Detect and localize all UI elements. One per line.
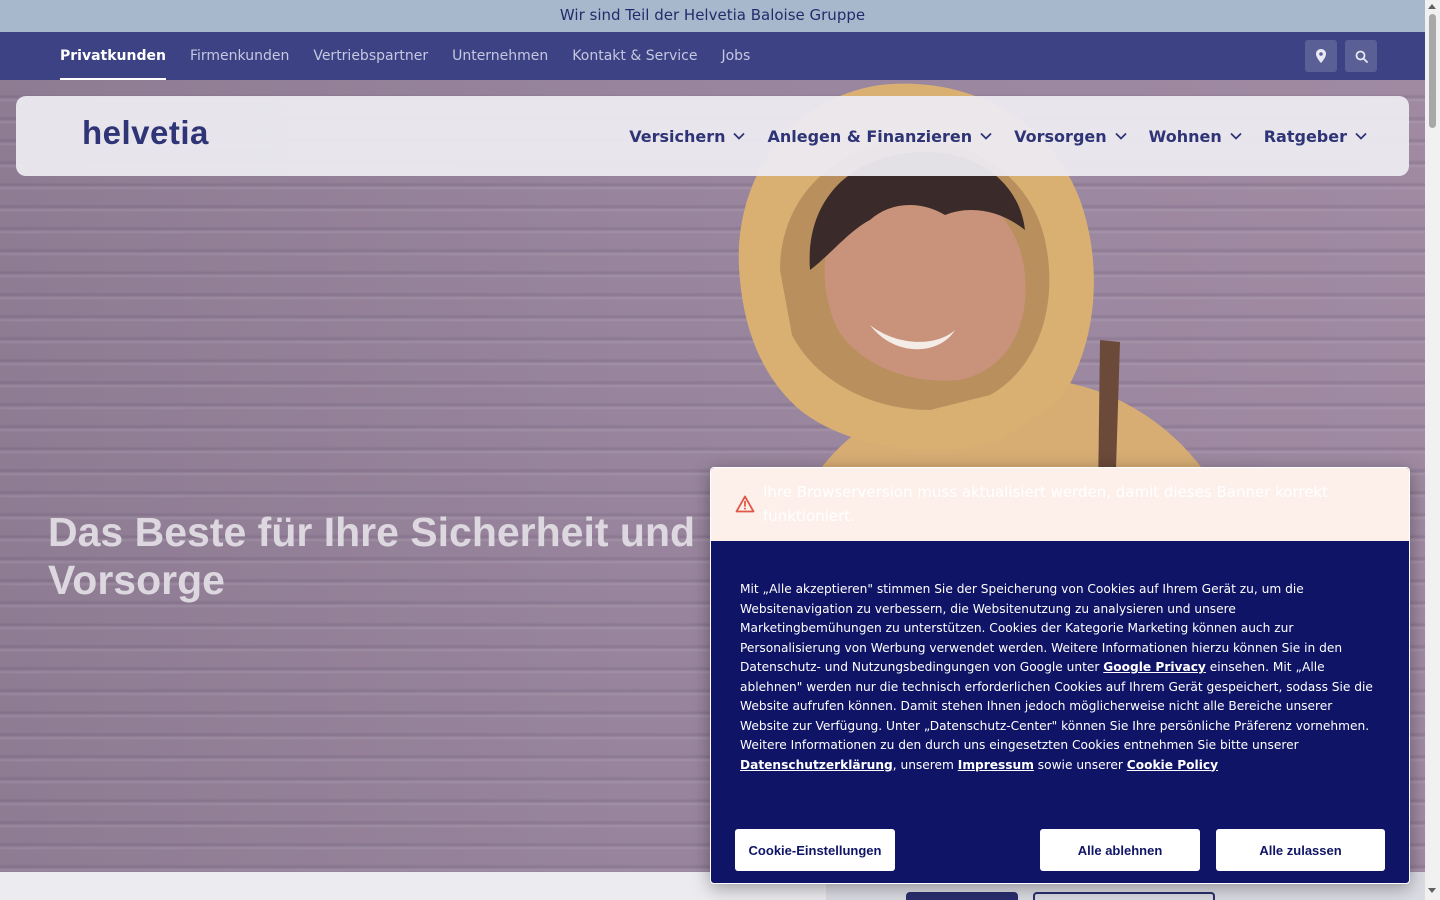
hero-headline-line-2: Vorsorge <box>48 557 225 603</box>
cookie-text: Mit „Alle akzeptieren" stimmen Sie der S… <box>740 580 1380 775</box>
accept-all-button[interactable]: Alle zulassen <box>1216 829 1385 871</box>
cookie-consent-dialog: Ihre Browserversion muss aktualisiert we… <box>710 467 1410 884</box>
google-privacy-link[interactable]: Google Privacy <box>1103 660 1206 674</box>
chevron-down-icon <box>1355 132 1367 140</box>
content-button-secondary[interactable] <box>1033 892 1215 900</box>
search-icon <box>1355 50 1368 63</box>
browser-warning-text: Ihre Browserversion muss aktualisiert we… <box>763 483 1328 525</box>
content-button-primary[interactable] <box>906 892 1018 900</box>
menu-item-label: Wohnen <box>1148 126 1222 146</box>
search-button[interactable] <box>1345 40 1377 72</box>
chevron-down-icon <box>733 132 746 140</box>
scrollbar-thumb[interactable] <box>1429 14 1436 128</box>
menu-item-ratgeber[interactable]: Ratgeber <box>1264 127 1367 146</box>
main-menu: Versichern Anlegen & Finanzieren Vorsorg… <box>629 96 1367 176</box>
scroll-down-arrow-icon[interactable] <box>1428 888 1436 893</box>
top-nav-unternehmen[interactable]: Unternehmen <box>452 32 548 80</box>
menu-item-anlegen-finanzieren[interactable]: Anlegen & Finanzieren <box>767 127 992 146</box>
chevron-down-icon <box>1230 132 1242 140</box>
menu-item-label: Ratgeber <box>1263 126 1347 146</box>
warning-icon <box>735 495 755 513</box>
hero-headline-line-1: Das Beste für Ihre Sicherheit und <box>48 509 696 555</box>
hero-headline: Das Beste für Ihre Sicherheit und Vorsor… <box>48 508 728 604</box>
cookie-settings-button[interactable]: Cookie-Einstellungen <box>735 829 895 871</box>
top-nav-links: Privatkunden Firmenkunden Vertriebspartn… <box>60 32 750 80</box>
announcement-bar: Wir sind Teil der Helvetia Baloise Grupp… <box>0 0 1425 32</box>
location-icon <box>1316 49 1326 63</box>
chevron-down-icon <box>980 132 992 140</box>
scroll-up-arrow-icon[interactable] <box>1428 4 1436 9</box>
cookie-text-part: sowie unserer <box>1033 757 1127 772</box>
cookie-text-part: , unserem <box>892 757 958 772</box>
menu-item-label: Versichern <box>629 126 726 146</box>
menu-item-versichern[interactable]: Versichern <box>629 126 746 146</box>
cookie-policy-link[interactable]: Cookie Policy <box>1127 758 1218 772</box>
top-nav-firmenkunden[interactable]: Firmenkunden <box>190 32 289 80</box>
menu-item-label: Vorsorgen <box>1014 126 1107 146</box>
chevron-down-icon <box>1115 132 1127 140</box>
reject-all-button[interactable]: Alle ablehnen <box>1040 829 1200 871</box>
page-scrollbar[interactable] <box>1425 0 1440 900</box>
browser-warning: Ihre Browserversion muss aktualisiert we… <box>711 468 1409 541</box>
top-nav-kontakt-service[interactable]: Kontakt & Service <box>572 32 697 80</box>
impressum-link[interactable]: Impressum <box>958 758 1034 772</box>
menu-item-vorsorgen[interactable]: Vorsorgen <box>1014 127 1127 146</box>
datenschutzerklaerung-link[interactable]: Datenschutzerklärung <box>740 758 893 772</box>
location-button[interactable] <box>1305 40 1337 72</box>
top-nav-jobs[interactable]: Jobs <box>721 32 750 80</box>
menu-item-label: Anlegen & Finanzieren <box>767 126 973 146</box>
top-nav-privatkunden[interactable]: Privatkunden <box>60 32 166 80</box>
top-navigation: Privatkunden Firmenkunden Vertriebspartn… <box>0 32 1425 80</box>
top-nav-vertriebspartner[interactable]: Vertriebspartner <box>313 32 428 80</box>
main-header: helvetia Versichern Anlegen & Finanziere… <box>16 96 1409 176</box>
helvetia-logo[interactable]: helvetia <box>82 114 209 152</box>
menu-item-wohnen[interactable]: Wohnen <box>1149 127 1242 146</box>
